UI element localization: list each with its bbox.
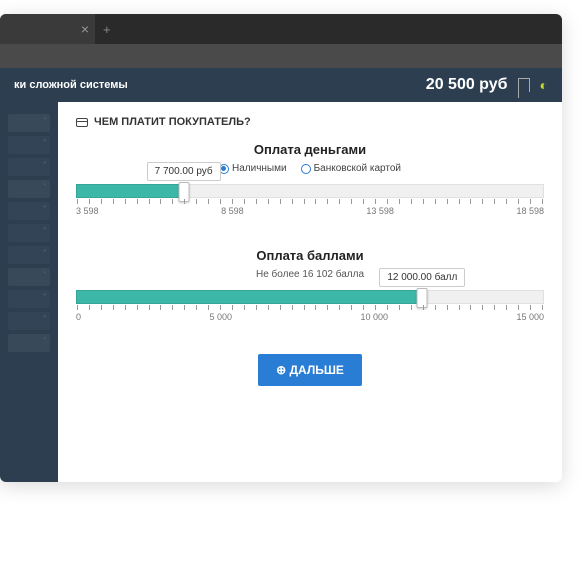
points-value-label: 12 000.00 балл	[379, 268, 465, 287]
radio-card[interactable]: Банковской картой	[301, 163, 401, 174]
bulb-icon[interactable]: ◐	[540, 77, 548, 93]
points-slider[interactable]: 12 000.00 балл 0 5 000 10 000 15 000	[76, 290, 544, 322]
money-value-label: 7 700.00 руб	[147, 162, 221, 181]
money-slider[interactable]: 7 700.00 руб 3 598 8 598 13 598 18 598	[76, 184, 544, 216]
page-title: ки сложной системы	[14, 79, 128, 91]
slider-marks: 3 598 8 598 13 598 18 598	[76, 206, 544, 216]
sidebar-item[interactable]	[8, 158, 50, 176]
slider-fill	[76, 290, 421, 304]
card-icon	[76, 118, 88, 127]
sidebar-item[interactable]	[8, 246, 50, 264]
sidebar-item[interactable]	[8, 312, 50, 330]
app-header: ки сложной системы 20 500 руб ◐	[0, 68, 562, 102]
total-price: 20 500 руб	[426, 76, 508, 94]
slider-track[interactable]	[76, 184, 544, 198]
radio-icon	[301, 164, 311, 174]
sidebar-item[interactable]	[8, 136, 50, 154]
sidebar-item[interactable]	[8, 268, 50, 286]
slider-marks: 0 5 000 10 000 15 000	[76, 312, 544, 322]
add-tab-icon[interactable]: +	[95, 22, 119, 37]
sidebar-item[interactable]	[8, 334, 50, 352]
card-header: ЧЕМ ПЛАТИТ ПОКУПАТЕЛЬ?	[76, 116, 544, 128]
points-subtitle: Не более 16 102 балла	[76, 269, 544, 280]
radio-cash[interactable]: Наличными	[219, 163, 287, 174]
sidebar-item[interactable]	[8, 202, 50, 220]
money-section-title: Оплата деньгами	[76, 142, 544, 157]
next-button[interactable]: ДАЛЬШЕ	[258, 354, 362, 386]
app-window: × + ки сложной системы 20 500 руб ◐	[0, 14, 562, 482]
points-section-title: Оплата баллами	[76, 248, 544, 263]
sidebar-item[interactable]	[8, 290, 50, 308]
sidebar-item[interactable]	[8, 114, 50, 132]
slider-ticks	[77, 199, 543, 204]
sidebar	[0, 102, 58, 482]
browser-urlbar[interactable]	[0, 44, 562, 68]
browser-tabbar: × +	[0, 14, 562, 44]
close-icon[interactable]: ×	[81, 21, 89, 37]
flag-icon[interactable]	[518, 78, 530, 92]
browser-tab[interactable]: ×	[0, 14, 95, 44]
sidebar-item[interactable]	[8, 180, 50, 198]
sidebar-item[interactable]	[8, 224, 50, 242]
slider-track[interactable]	[76, 290, 544, 304]
slider-ticks	[77, 305, 543, 310]
main-content: ЧЕМ ПЛАТИТ ПОКУПАТЕЛЬ? Оплата деньгами Н…	[58, 102, 562, 482]
card-title-text: ЧЕМ ПЛАТИТ ПОКУПАТЕЛЬ?	[94, 116, 251, 128]
slider-fill	[76, 184, 183, 198]
